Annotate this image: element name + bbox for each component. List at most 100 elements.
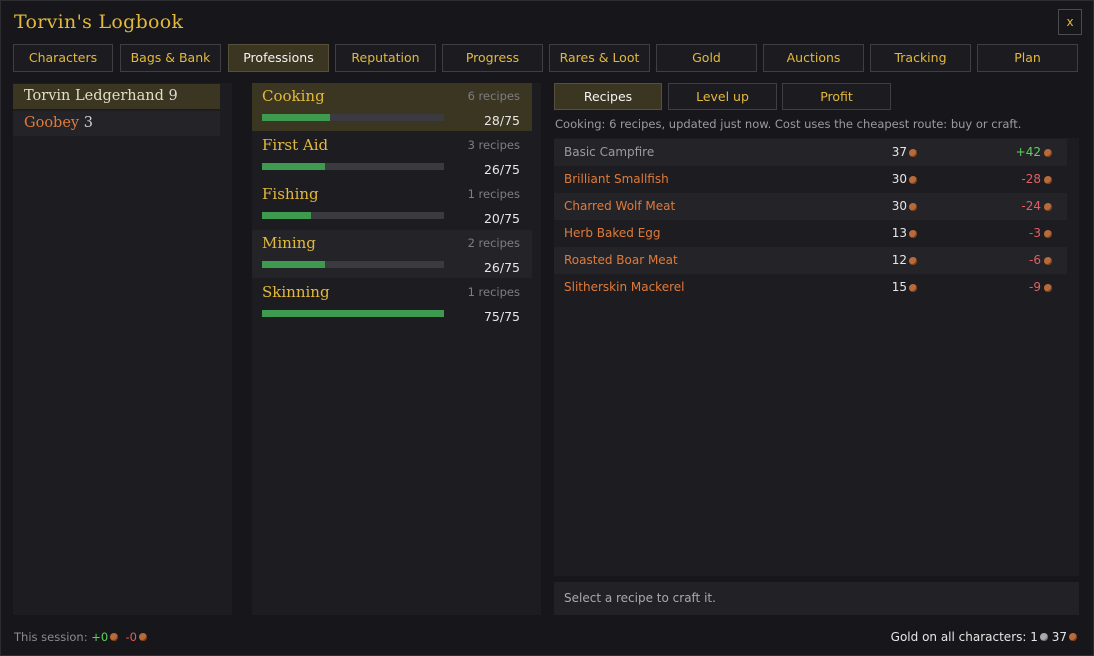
tab-plan[interactable]: Plan — [977, 44, 1078, 72]
profession-skill: 26/75 — [483, 260, 520, 275]
copper-coin-icon — [1044, 149, 1052, 157]
session-label: This session: — [14, 630, 88, 644]
subtab-level-up[interactable]: Level up — [668, 83, 777, 110]
character-list: Torvin Ledgerhand 9 Goobey 3 — [13, 83, 232, 615]
recipe-profit: -9 — [1029, 280, 1041, 294]
character-item-torvin[interactable]: Torvin Ledgerhand 9 — [13, 84, 220, 109]
recipe-profit: -28 — [1021, 172, 1041, 186]
copper-coin-icon — [1044, 284, 1052, 292]
recipe-name: Charred Wolf Meat — [564, 199, 676, 213]
recipe-cost: 13 — [891, 226, 907, 240]
copper-coin-icon — [139, 632, 147, 641]
tab-reputation[interactable]: Reputation — [335, 44, 436, 72]
subtab-recipes[interactable]: Recipes — [554, 83, 662, 110]
copper-coin-icon — [909, 284, 917, 292]
profession-item-cooking[interactable]: Cooking 6 recipes 28/75 — [252, 83, 532, 131]
profession-item-mining[interactable]: Mining 2 recipes 26/75 — [252, 230, 532, 278]
close-button[interactable]: x — [1058, 9, 1082, 35]
recipe-row[interactable]: Slitherskin Mackerel 15 -9 — [554, 274, 1067, 301]
profession-progress-fill — [262, 163, 326, 170]
recipe-profit: -24 — [1021, 199, 1041, 213]
copper-coin-icon — [909, 257, 917, 265]
gold-silver-value: 1 — [1030, 630, 1038, 644]
gold-total-label: Gold on all characters: — [890, 630, 1027, 644]
profession-name: Fishing — [262, 185, 319, 203]
session-summary: This session: +0 -0 — [14, 630, 147, 644]
tab-progress[interactable]: Progress — [442, 44, 543, 72]
recipe-row[interactable]: Basic Campfire 37 +42 — [554, 139, 1067, 166]
tab-professions[interactable]: Professions — [228, 44, 329, 72]
tab-characters[interactable]: Characters — [13, 44, 113, 72]
recipe-row[interactable]: Charred Wolf Meat 30 -24 — [554, 193, 1067, 220]
profession-progress-fill — [262, 261, 326, 268]
profession-recipe-count: 6 recipes — [467, 89, 520, 103]
character-level: 9 — [168, 88, 178, 104]
profession-name: First Aid — [262, 136, 329, 154]
profession-skill: 75/75 — [483, 309, 520, 324]
recipe-name: Herb Baked Egg — [564, 226, 661, 240]
profession-recipe-count: 2 recipes — [467, 236, 520, 250]
craft-hint: Select a recipe to craft it. — [554, 582, 1079, 615]
copper-coin-icon — [1069, 632, 1077, 641]
profession-item-skinning[interactable]: Skinning 1 recipes 75/75 — [252, 279, 532, 327]
profession-progress-fill — [262, 114, 330, 121]
profession-skill: 28/75 — [483, 113, 520, 128]
recipe-row[interactable]: Brilliant Smallfish 30 -28 — [554, 166, 1067, 193]
recipe-cost: 30 — [891, 172, 907, 186]
profession-name: Mining — [262, 234, 316, 252]
profession-recipe-count: 1 recipes — [467, 187, 520, 201]
character-name: Torvin Ledgerhand — [24, 88, 164, 104]
recipe-name: Basic Campfire — [564, 145, 655, 159]
recipe-list: Basic Campfire 37 +42 Brilliant Smallfis… — [554, 138, 1079, 576]
tab-gold[interactable]: Gold — [656, 44, 757, 72]
recipe-profit: +42 — [1015, 145, 1041, 159]
recipe-row[interactable]: Herb Baked Egg 13 -3 — [554, 220, 1067, 247]
copper-coin-icon — [909, 176, 917, 184]
character-name: Goobey — [24, 115, 80, 131]
recipe-name: Roasted Boar Meat — [564, 253, 678, 267]
recipe-cost: 30 — [891, 199, 907, 213]
profession-progress-bar — [262, 212, 444, 219]
subtab-profit[interactable]: Profit — [782, 83, 891, 110]
gold-total: Gold on all characters: 1 37 — [891, 630, 1077, 644]
profession-item-fishing[interactable]: Fishing 1 recipes 20/75 — [252, 181, 532, 229]
recipe-row[interactable]: Roasted Boar Meat 12 -6 — [554, 247, 1067, 274]
profession-skill: 20/75 — [483, 211, 520, 226]
profession-name: Cooking — [262, 87, 325, 105]
logbook-window: Torvin's Logbook x Characters Bags & Ban… — [0, 0, 1094, 656]
tab-rares-loot[interactable]: Rares & Loot — [549, 44, 650, 72]
profession-skill: 26/75 — [483, 162, 520, 177]
copper-coin-icon — [1044, 230, 1052, 238]
tab-auctions[interactable]: Auctions — [763, 44, 864, 72]
profession-progress-bar — [262, 310, 444, 317]
profession-progress-bar — [262, 114, 444, 121]
profession-recipe-count: 1 recipes — [467, 285, 520, 299]
character-item-goobey[interactable]: Goobey 3 — [13, 111, 220, 136]
tab-bags-bank[interactable]: Bags & Bank — [120, 44, 221, 72]
recipe-name: Slitherskin Mackerel — [564, 280, 685, 294]
profession-progress-fill — [262, 212, 311, 219]
copper-coin-icon — [1044, 203, 1052, 211]
profession-progress-bar — [262, 163, 444, 170]
silver-coin-icon — [1039, 632, 1048, 641]
profession-progress-bar — [262, 261, 444, 268]
recipe-name: Brilliant Smallfish — [564, 172, 669, 186]
copper-coin-icon — [909, 230, 917, 238]
recipe-profit: -3 — [1029, 226, 1041, 240]
copper-coin-icon — [1044, 176, 1052, 184]
recipe-cost: 12 — [891, 253, 907, 267]
session-gain: +0 — [91, 630, 109, 644]
window-title: Torvin's Logbook — [14, 11, 184, 33]
copper-coin-icon — [909, 203, 917, 211]
recipe-info-text: Cooking: 6 recipes, updated just now. Co… — [555, 117, 1022, 131]
copper-coin-icon — [110, 632, 119, 641]
copper-coin-icon — [909, 149, 917, 157]
session-loss: -0 — [125, 630, 137, 644]
recipe-cost: 37 — [891, 145, 907, 159]
profession-name: Skinning — [262, 283, 330, 301]
recipe-profit: -6 — [1029, 253, 1041, 267]
tab-tracking[interactable]: Tracking — [870, 44, 971, 72]
profession-recipe-count: 3 recipes — [467, 138, 520, 152]
profession-item-first-aid[interactable]: First Aid 3 recipes 26/75 — [252, 132, 532, 180]
copper-coin-icon — [1044, 257, 1052, 265]
